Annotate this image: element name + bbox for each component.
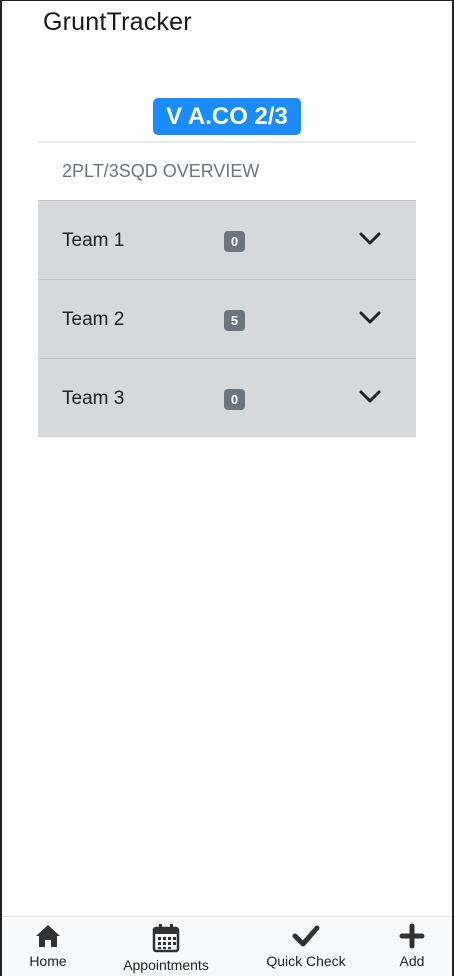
tab-label: Home: [29, 953, 67, 969]
team-row-3[interactable]: Team 3 0: [38, 358, 416, 437]
team-row-1[interactable]: Team 1 0: [38, 200, 416, 279]
divider: [38, 141, 416, 143]
app-title: GruntTracker: [43, 8, 192, 36]
teams-accordion: Team 1 0 Team 2 5 Team 3 0: [38, 200, 416, 437]
team-row-2[interactable]: Team 2 5: [38, 279, 416, 358]
chevron-down-icon[interactable]: [358, 306, 382, 330]
tab-quick-check[interactable]: Quick Check: [260, 917, 352, 976]
tab-label: Quick Check: [266, 953, 346, 969]
team-label: Team 1: [62, 230, 125, 251]
bottom-tabbar: Home Appointments Quick Check Add: [2, 916, 452, 976]
calendar-icon: [152, 924, 180, 953]
app-frame: [0, 0, 454, 976]
overview-title: 2PLT/3SQD OVERVIEW: [62, 161, 260, 181]
team-count-badge: 5: [224, 310, 245, 331]
check-icon: [292, 925, 320, 947]
tab-label: Add: [399, 953, 425, 969]
home-icon: [36, 925, 60, 947]
plus-icon: [399, 923, 425, 949]
team-count-badge: 0: [224, 389, 245, 410]
chevron-down-icon[interactable]: [358, 227, 382, 251]
unit-badge: V A.CO 2/3: [153, 98, 301, 135]
tab-label: Appointments: [123, 957, 209, 973]
team-label: Team 2: [62, 309, 125, 330]
tab-home[interactable]: Home: [18, 917, 78, 976]
chevron-down-icon[interactable]: [358, 385, 382, 409]
team-count-badge: 0: [224, 231, 245, 252]
tab-add[interactable]: Add: [386, 917, 438, 976]
tab-appointments[interactable]: Appointments: [118, 917, 214, 976]
team-label: Team 3: [62, 388, 125, 409]
